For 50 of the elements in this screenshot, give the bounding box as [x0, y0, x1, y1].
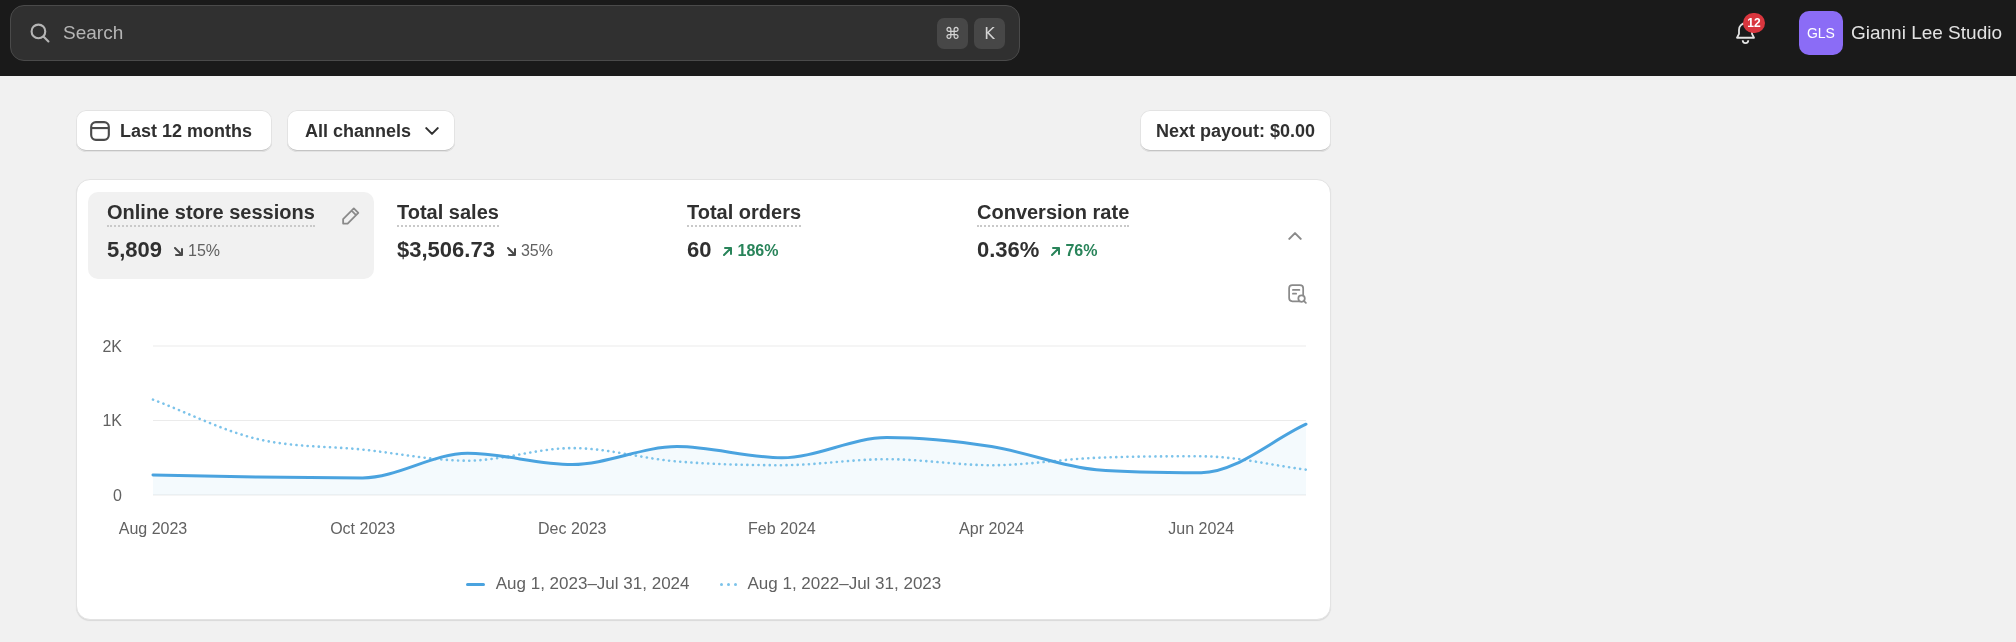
channels-dropdown[interactable]: All channels [287, 110, 456, 152]
x-axis-label: Oct 2023 [330, 520, 396, 537]
metric-value: 0.36% [977, 236, 1040, 264]
change-percent: 186% [737, 242, 779, 260]
x-axis-label: Jun 2024 [1168, 520, 1235, 537]
metric-title: Total orders [687, 200, 802, 227]
metric-value: 60 [687, 236, 712, 264]
metric-tab[interactable]: Online store sessions 5,809 15% [88, 192, 374, 279]
metric-tab[interactable]: Total orders 60 186% [668, 192, 954, 279]
date-range-button[interactable]: Last 12 months [76, 110, 273, 152]
shortcut-key: K [974, 17, 1005, 49]
metric-value: $3,506.73 [397, 236, 495, 264]
arrow-up-right-icon [1051, 246, 1061, 256]
calendar-icon [90, 121, 110, 141]
legend-label: Aug 1, 2023–Jul 31, 2024 [495, 574, 690, 594]
solid-line-icon [465, 582, 485, 586]
x-axis-label: Feb 2024 [748, 520, 816, 537]
metric-value: 5,809 [107, 236, 163, 264]
y-axis-label: 0 [113, 486, 122, 504]
store-name[interactable]: Gianni Lee Studio [1850, 22, 2002, 44]
dotted-line-icon [719, 582, 737, 586]
x-axis-label: Aug 2023 [118, 520, 188, 537]
notification-badge: 12 [1742, 13, 1765, 33]
chevron-up-icon [1288, 231, 1302, 240]
search-icon [30, 23, 50, 43]
store-avatar[interactable]: GLS [1798, 11, 1843, 55]
notifications-button[interactable]: 12 [1727, 15, 1764, 51]
metric-tab[interactable]: Conversion rate 0.36% 76% [958, 192, 1244, 279]
x-axis-label: Dec 2023 [538, 520, 607, 537]
change-percent: 35% [520, 242, 553, 260]
metric-title: Conversion rate [977, 200, 1130, 227]
pencil-icon [342, 206, 360, 225]
search-input[interactable]: Search [63, 18, 924, 48]
search-field[interactable]: Search ⌘ K [10, 5, 1020, 61]
shortcut-key: ⌘ [937, 17, 968, 49]
change-percent: 76% [1065, 242, 1098, 260]
payout-button[interactable]: Next payout: $0.00 [1139, 110, 1331, 152]
metric-tab[interactable]: Total sales $3,506.73 35% [378, 192, 664, 279]
metric-title: Total sales [397, 200, 499, 227]
change-percent: 15% [188, 242, 221, 260]
metric-title: Online store sessions [107, 200, 315, 227]
legend-label: Aug 1, 2022–Jul 31, 2023 [747, 574, 942, 594]
arrow-down-right-icon [506, 246, 516, 256]
arrow-down-right-icon [174, 246, 184, 256]
report-search-icon [1287, 284, 1307, 304]
y-axis-label: 2K [102, 337, 122, 355]
arrow-up-right-icon [723, 246, 733, 256]
chevron-down-icon [425, 127, 440, 135]
x-axis-label: Apr 2024 [959, 520, 1024, 537]
y-axis-label: 1K [102, 412, 122, 429]
